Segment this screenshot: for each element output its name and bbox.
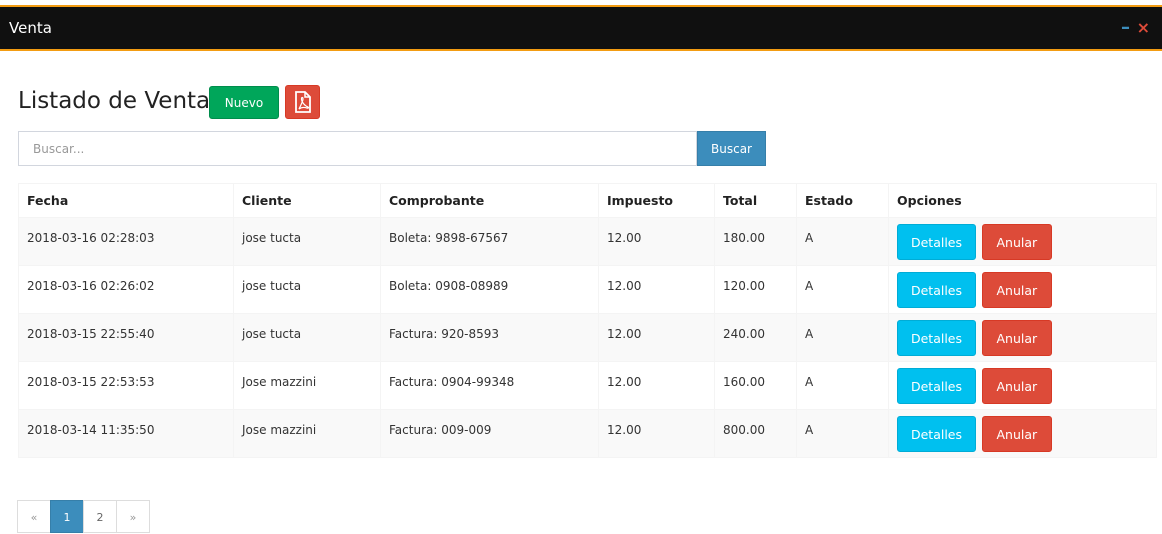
table-row: 2018-03-14 11:35:50 Jose mazzini Factura… (18, 409, 1157, 458)
cell-comprobante: Boleta: 9898-67567 (380, 217, 599, 266)
cell-fecha: 2018-03-16 02:28:03 (18, 217, 234, 266)
cancel-sale-button[interactable]: Anular (981, 416, 1052, 452)
pdf-button[interactable] (285, 85, 320, 119)
cell-opciones: Detalles Anular (888, 361, 1157, 410)
table-row: 2018-03-15 22:53:53 Jose mazzini Factura… (18, 361, 1157, 410)
cell-comprobante: Factura: 009-009 (380, 409, 599, 458)
cancel-sale-button[interactable]: Anular (981, 272, 1052, 308)
cell-comprobante: Factura: 920-8593 (380, 313, 599, 362)
cell-comprobante: Boleta: 0908-08989 (380, 265, 599, 314)
table-row: 2018-03-15 22:55:40 jose tucta Factura: … (18, 313, 1157, 362)
pagination-prev[interactable]: « (17, 500, 51, 533)
column-header-total: Total (714, 183, 797, 218)
details-button[interactable]: Detalles (897, 224, 976, 260)
cancel-sale-button[interactable]: Anular (981, 368, 1052, 404)
column-header-cliente: Cliente (233, 183, 381, 218)
pagination: « 1 2 » (17, 500, 150, 533)
cell-impuesto: 12.00 (598, 409, 715, 458)
minimize-icon[interactable]: – (1121, 17, 1130, 38)
cell-cliente: jose tucta (233, 313, 381, 362)
cell-fecha: 2018-03-14 11:35:50 (18, 409, 234, 458)
cell-estado: A (796, 313, 889, 362)
cell-opciones: Detalles Anular (888, 265, 1157, 314)
cell-estado: A (796, 409, 889, 458)
sales-table: Fecha Cliente Comprobante Impuesto Total… (18, 183, 1157, 458)
cell-estado: A (796, 217, 889, 266)
new-button[interactable]: Nuevo (209, 86, 279, 119)
cell-impuesto: 12.00 (598, 361, 715, 410)
cell-cliente: Jose mazzini (233, 409, 381, 458)
cell-opciones: Detalles Anular (888, 313, 1157, 362)
pagination-next[interactable]: » (116, 500, 150, 533)
cell-fecha: 2018-03-15 22:55:40 (18, 313, 234, 362)
cell-cliente: jose tucta (233, 265, 381, 314)
cell-comprobante: Factura: 0904-99348 (380, 361, 599, 410)
table-row: 2018-03-16 02:26:02 jose tucta Boleta: 0… (18, 265, 1157, 314)
column-header-impuesto: Impuesto (598, 183, 715, 218)
cell-impuesto: 12.00 (598, 313, 715, 362)
cell-impuesto: 12.00 (598, 265, 715, 314)
cell-fecha: 2018-03-15 22:53:53 (18, 361, 234, 410)
cell-impuesto: 12.00 (598, 217, 715, 266)
pagination-page-2[interactable]: 2 (83, 500, 117, 533)
details-button[interactable]: Detalles (897, 416, 976, 452)
cell-cliente: jose tucta (233, 217, 381, 266)
details-button[interactable]: Detalles (897, 368, 976, 404)
close-icon[interactable]: × (1137, 18, 1150, 37)
cell-total: 180.00 (714, 217, 797, 266)
page-title: Listado de Ventas (18, 88, 223, 114)
pdf-icon (294, 91, 311, 113)
column-header-comprobante: Comprobante (380, 183, 599, 218)
cell-opciones: Detalles Anular (888, 409, 1157, 458)
cancel-sale-button[interactable]: Anular (981, 224, 1052, 260)
column-header-opciones: Opciones (888, 183, 1157, 218)
cell-total: 160.00 (714, 361, 797, 410)
cell-estado: A (796, 265, 889, 314)
search-input[interactable] (18, 131, 697, 166)
search-button[interactable]: Buscar (697, 131, 766, 166)
cell-total: 240.00 (714, 313, 797, 362)
details-button[interactable]: Detalles (897, 272, 976, 308)
window-title: Venta (9, 19, 52, 37)
cell-estado: A (796, 361, 889, 410)
cancel-sale-button[interactable]: Anular (981, 320, 1052, 356)
cell-cliente: Jose mazzini (233, 361, 381, 410)
table-row: 2018-03-16 02:28:03 jose tucta Boleta: 9… (18, 217, 1157, 266)
column-header-estado: Estado (796, 183, 889, 218)
pagination-page-1[interactable]: 1 (50, 500, 84, 533)
details-button[interactable]: Detalles (897, 320, 976, 356)
cell-fecha: 2018-03-16 02:26:02 (18, 265, 234, 314)
cell-total: 800.00 (714, 409, 797, 458)
cell-opciones: Detalles Anular (888, 217, 1157, 266)
table-header-row: Fecha Cliente Comprobante Impuesto Total… (18, 183, 1157, 218)
cell-total: 120.00 (714, 265, 797, 314)
window-titlebar: Venta – × (0, 5, 1162, 51)
column-header-fecha: Fecha (18, 183, 234, 218)
